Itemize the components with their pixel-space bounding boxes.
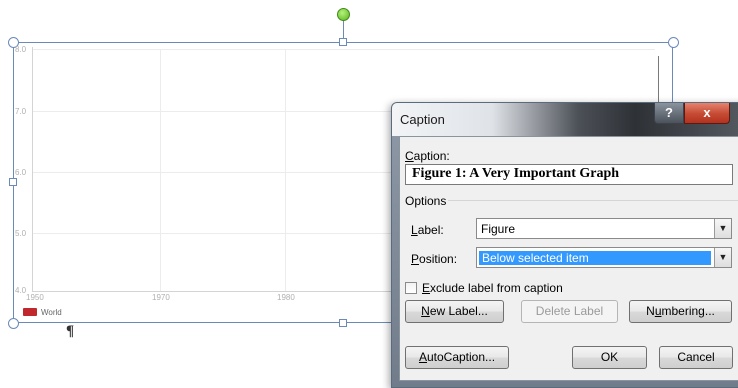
caption-input[interactable]: Figure 1: A Very Important Graph (405, 164, 733, 185)
paragraph-mark: ¶ (66, 323, 75, 339)
dialog-body: Caption: Figure 1: A Very Important Grap… (399, 136, 738, 381)
label-field-label: Label: (411, 223, 444, 237)
label-select-value: Figure (481, 222, 516, 236)
help-button[interactable]: ? (654, 103, 684, 124)
position-field-label: Position: (411, 252, 458, 266)
dialog-titlebar[interactable]: Caption ? x (392, 103, 738, 136)
ok-button[interactable]: OK (572, 346, 647, 369)
new-label-button[interactable]: New Label... (405, 300, 504, 323)
cancel-button[interactable]: Cancel (659, 346, 733, 369)
x-tick-label: 1980 (277, 293, 295, 302)
legend-label: World (41, 308, 62, 317)
caption-field-label: Caption: (405, 149, 450, 163)
caption-dialog: Caption ? x Caption: Figure 1: A Very Im… (391, 102, 738, 388)
options-group-label: Options (405, 194, 447, 208)
close-icon: x (703, 105, 711, 120)
y-tick-label: 6.0 (15, 168, 27, 177)
numbering-button[interactable]: Numbering... (629, 300, 732, 323)
x-tick-label: 1970 (152, 293, 170, 302)
position-select[interactable]: Below selected item ▼ (476, 247, 732, 268)
chevron-down-icon[interactable]: ▼ (714, 248, 731, 267)
y-tick-label: 8.0 (15, 45, 27, 54)
position-select-value: Below selected item (479, 251, 711, 265)
close-button[interactable]: x (684, 103, 730, 124)
label-select[interactable]: Figure ▼ (476, 218, 732, 239)
x-tick-label: 1950 (26, 293, 44, 302)
help-icon: ? (665, 105, 673, 120)
delete-label-button[interactable]: Delete Label (521, 300, 618, 323)
y-tick-label: 5.0 (15, 229, 27, 238)
exclude-label-text[interactable]: Exclude label from caption (422, 281, 563, 295)
y-tick-label: 7.0 (15, 107, 27, 116)
autocaption-button[interactable]: AutoCaption... (405, 346, 509, 369)
dialog-title: Caption (400, 112, 445, 127)
legend-swatch (23, 308, 37, 316)
exclude-label-checkbox[interactable] (405, 282, 417, 294)
options-group-divider (448, 200, 738, 201)
y-tick-label: 4.0 (15, 286, 27, 295)
chevron-down-icon[interactable]: ▼ (714, 219, 731, 238)
